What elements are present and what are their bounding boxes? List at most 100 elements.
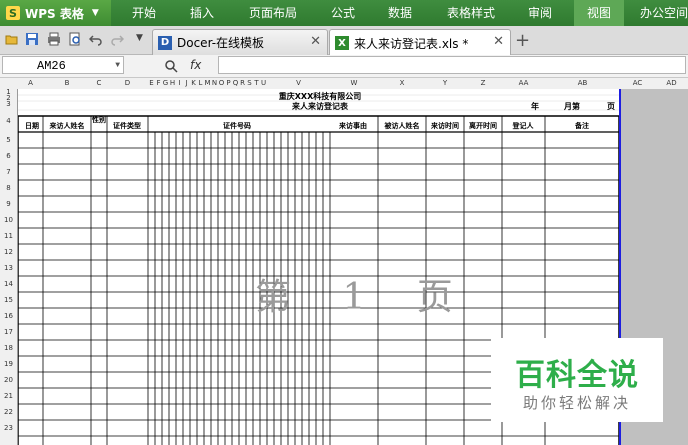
column-header-q[interactable]: Q — [232, 78, 239, 89]
print-preview-icon[interactable] — [68, 32, 82, 46]
row-header-23[interactable]: 23 — [0, 420, 17, 436]
name-box[interactable]: AM26 ▼ — [2, 56, 124, 74]
row-header-17[interactable]: 17 — [0, 324, 17, 340]
formula-input[interactable] — [218, 56, 686, 74]
row-header-3[interactable]: 3 — [0, 101, 17, 108]
month-label: 月第 — [564, 102, 580, 111]
tab-bar: ▼ D Docer-在线模板 ✕ X 来人来访登记表.xls * ✕ — [0, 26, 688, 56]
cell-reference: AM26 — [37, 59, 66, 73]
page-label: 页 — [607, 102, 615, 111]
column-header-a[interactable]: A — [18, 78, 43, 89]
fx-icon[interactable]: fx — [190, 58, 201, 72]
row-header-14[interactable]: 14 — [0, 276, 17, 292]
close-icon[interactable]: ✕ — [310, 34, 321, 49]
page-number-watermark: 第 1 页 — [255, 277, 473, 318]
row-header-11[interactable]: 11 — [0, 228, 17, 244]
row-header-13[interactable]: 13 — [0, 260, 17, 276]
column-header-x[interactable]: X — [378, 78, 426, 89]
column-header-b[interactable]: B — [43, 78, 91, 89]
column-header-k[interactable]: K — [190, 78, 197, 89]
row-header-18[interactable]: 18 — [0, 340, 17, 356]
column-header-m[interactable]: M — [204, 78, 211, 89]
menu-review[interactable]: 审阅 — [515, 0, 565, 26]
redo-icon[interactable] — [110, 32, 124, 46]
close-icon[interactable]: ✕ — [493, 34, 504, 49]
header-registrar: 登记人 — [512, 122, 534, 130]
header-arrival-time: 来访时间 — [431, 122, 459, 130]
column-header-z[interactable]: Z — [464, 78, 502, 89]
column-header-aa[interactable]: AA — [502, 78, 545, 89]
form-title: 来人来访登记表 — [292, 102, 348, 111]
tab-docer[interactable]: D Docer-在线模板 ✕ — [152, 29, 328, 55]
excel-icon: X — [335, 36, 349, 50]
row-header-4[interactable]: 4 — [0, 110, 17, 132]
column-header-c[interactable]: C — [91, 78, 107, 89]
row-header-16[interactable]: 16 — [0, 308, 17, 324]
menu-table-style[interactable]: 表格样式 — [438, 0, 504, 26]
row-header-19[interactable]: 19 — [0, 356, 17, 372]
column-header-f[interactable]: F — [155, 78, 162, 89]
menu-home[interactable]: 开始 — [118, 0, 170, 26]
column-header-u[interactable]: U — [260, 78, 267, 89]
header-date: 日期 — [25, 122, 39, 130]
column-header-r[interactable]: R — [239, 78, 246, 89]
column-header-e[interactable]: E — [148, 78, 155, 89]
row-header-10[interactable]: 10 — [0, 212, 17, 228]
header-id-number: 证件号码 — [223, 122, 251, 130]
open-folder-icon[interactable] — [5, 32, 19, 46]
row-header-8[interactable]: 8 — [0, 180, 17, 196]
column-header-d[interactable]: D — [107, 78, 148, 89]
year-label: 年 — [531, 102, 539, 111]
column-header-t[interactable]: T — [253, 78, 260, 89]
row-header-20[interactable]: 20 — [0, 372, 17, 388]
row-header-6[interactable]: 6 — [0, 148, 17, 164]
brand-badge: 百科全说 助你轻松解决 — [491, 338, 663, 422]
formula-bar: AM26 ▼ fx — [0, 55, 688, 78]
menu-page-layout[interactable]: 页面布局 — [238, 0, 308, 26]
menu-data[interactable]: 数据 — [375, 0, 425, 26]
badge-title: 百科全说 — [515, 358, 639, 393]
row-header-12[interactable]: 12 — [0, 244, 17, 260]
print-icon[interactable] — [47, 32, 61, 46]
toolbar-dropdown-icon[interactable]: ▼ — [136, 33, 143, 43]
column-header-g[interactable]: G — [162, 78, 169, 89]
app-title: WPS 表格 — [25, 6, 84, 21]
zoom-search-icon[interactable] — [164, 59, 178, 73]
column-header-ab[interactable]: AB — [545, 78, 620, 89]
new-tab-icon[interactable]: + — [515, 30, 530, 51]
tab-workbook-label: 来人来访登记表.xls * — [354, 36, 469, 51]
header-gender: 性别 — [92, 116, 106, 124]
column-header-s[interactable]: S — [246, 78, 253, 89]
save-icon[interactable] — [25, 32, 39, 46]
header-departure-time: 离开时间 — [469, 122, 497, 130]
chevron-down-icon: ▼ — [91, 8, 99, 18]
menu-view[interactable]: 视图 — [574, 0, 624, 26]
row-header-15[interactable]: 15 — [0, 292, 17, 308]
menu-insert[interactable]: 插入 — [176, 0, 228, 26]
row-header-5[interactable]: 5 — [0, 132, 17, 148]
app-menu-button[interactable]: S WPS 表格 ▼ — [0, 0, 111, 26]
menu-formula[interactable]: 公式 — [318, 0, 368, 26]
row-header-7[interactable]: 7 — [0, 164, 17, 180]
column-header-w[interactable]: W — [330, 78, 378, 89]
tab-workbook[interactable]: X 来人来访登记表.xls * ✕ — [329, 29, 511, 56]
row-header-21[interactable]: 21 — [0, 388, 17, 404]
column-header-p[interactable]: P — [225, 78, 232, 89]
column-header-ac[interactable]: AC — [620, 78, 655, 89]
column-header-j[interactable]: J — [183, 78, 190, 89]
undo-icon[interactable] — [89, 32, 103, 46]
tab-docer-label: Docer-在线模板 — [177, 36, 265, 50]
column-header-o[interactable]: O — [218, 78, 225, 89]
column-header-y[interactable]: Y — [426, 78, 464, 89]
column-header-i[interactable]: I — [176, 78, 183, 89]
menu-bar: S WPS 表格 ▼ 开始 插入 页面布局 公式 数据 表格样式 审阅 视图 办… — [0, 0, 688, 26]
row-header-22[interactable]: 22 — [0, 404, 17, 420]
column-header-h[interactable]: H — [169, 78, 176, 89]
row-header-9[interactable]: 9 — [0, 196, 17, 212]
column-header-ad[interactable]: AD — [655, 78, 688, 89]
column-header-v[interactable]: V — [267, 78, 330, 89]
menu-office-space[interactable]: 办公空间 — [640, 0, 688, 26]
column-header-n[interactable]: N — [211, 78, 218, 89]
column-header-l[interactable]: L — [197, 78, 204, 89]
chevron-down-icon[interactable]: ▼ — [115, 57, 120, 75]
